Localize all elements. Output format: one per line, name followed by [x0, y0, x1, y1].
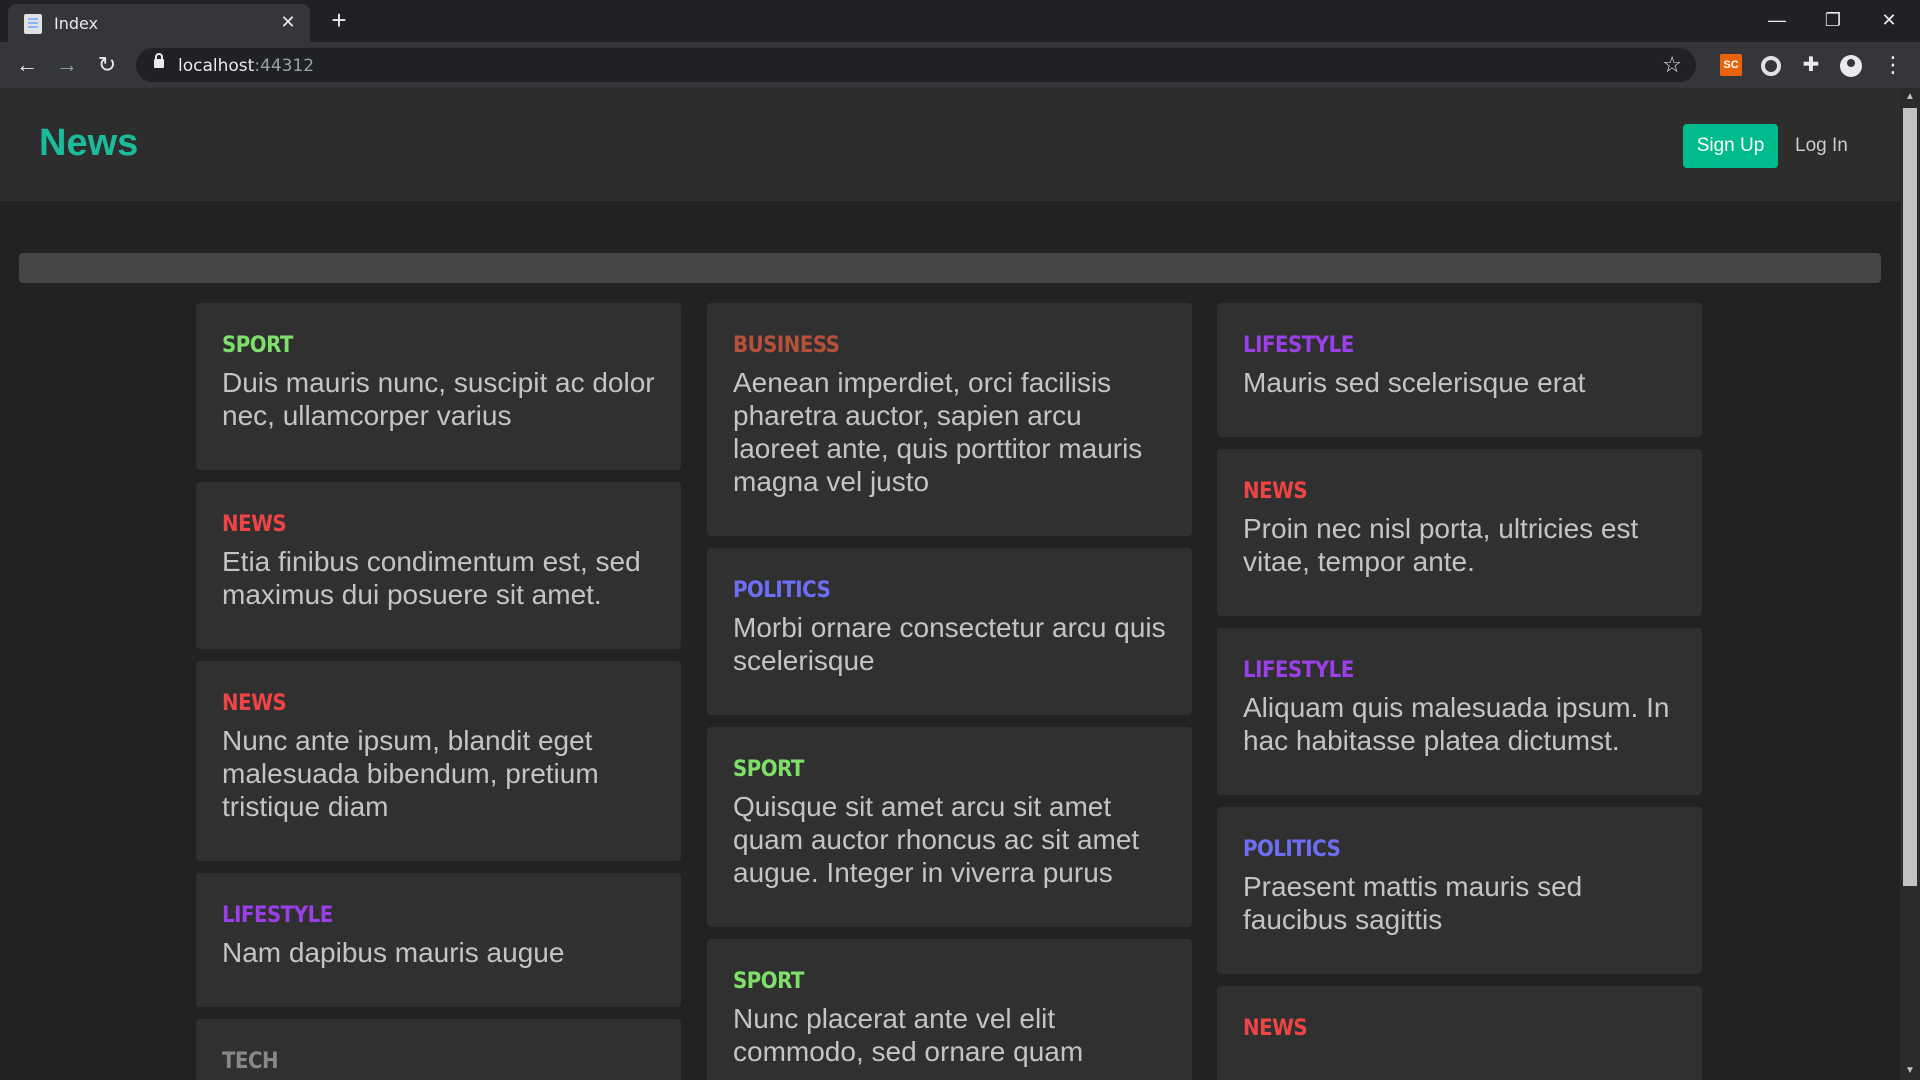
- scroll-up-arrow-icon[interactable]: ▲: [1900, 88, 1920, 106]
- article-column-1: SPORT Duis mauris nunc, suscipit ac dolor…: [196, 303, 681, 1080]
- scrollbar-thumb[interactable]: [1903, 108, 1917, 886]
- article-card[interactable]: NEWS Proin nec nisl porta, ultricies est …: [1217, 449, 1702, 616]
- article-category[interactable]: LIFESTYLE: [222, 902, 655, 930]
- article-title[interactable]: Mauris sed scelerisque erat: [1243, 366, 1676, 399]
- scroll-down-arrow-icon[interactable]: ▼: [1900, 1062, 1920, 1080]
- article-card[interactable]: LIFESTYLE Mauris sed scelerisque erat: [1217, 303, 1702, 437]
- article-title[interactable]: Praesent mattis mauris sed faucibus sagi…: [1243, 870, 1676, 936]
- article-title[interactable]: Quisque sit amet arcu sit amet quam auct…: [733, 790, 1166, 889]
- sign-up-button[interactable]: Sign Up: [1683, 124, 1778, 168]
- article-card[interactable]: SPORT Duis mauris nunc, suscipit ac dolor…: [196, 303, 681, 470]
- article-title[interactable]: Aenean imperdiet, orci facilisis pharetr…: [733, 366, 1166, 498]
- article-category[interactable]: SPORT: [733, 756, 1166, 784]
- extension-sc-icon[interactable]: SC: [1720, 54, 1742, 76]
- article-card[interactable]: BUSINESS Aenean imperdiet, orci facilisis…: [707, 303, 1192, 536]
- url-text: localhost:44312: [178, 56, 314, 76]
- address-bar[interactable]: localhost:44312 ☆: [136, 48, 1696, 82]
- article-category[interactable]: NEWS: [222, 690, 655, 718]
- article-card[interactable]: TECH: [196, 1019, 681, 1080]
- browser-toolbar: ← → ↻ localhost:44312 ☆ SC ✚ ⋮: [0, 42, 1920, 88]
- browser-tabstrip: Index ✕ + — ❐ ✕: [0, 0, 1920, 42]
- article-title[interactable]: Nam dapibus mauris augue: [222, 936, 655, 969]
- article-category[interactable]: TECH: [222, 1048, 655, 1076]
- article-card[interactable]: POLITICS Praesent mattis mauris sed fauci…: [1217, 807, 1702, 974]
- article-title[interactable]: Etia finibus condimentum est, sed maximu…: [222, 545, 655, 611]
- article-category[interactable]: BUSINESS: [733, 332, 1166, 360]
- article-category[interactable]: SPORT: [733, 968, 1166, 996]
- url-host: localhost: [178, 56, 255, 76]
- browser-tab-index[interactable]: Index ✕: [8, 4, 310, 42]
- article-column-3: LIFESTYLE Mauris sed scelerisque erat NEWS…: [1217, 303, 1702, 1080]
- article-category[interactable]: NEWS: [1243, 1015, 1676, 1043]
- back-arrow-icon[interactable]: ←: [12, 50, 42, 80]
- reload-icon[interactable]: ↻: [92, 50, 122, 80]
- article-title[interactable]: Nunc placerat ante vel elit commodo, sed…: [733, 1002, 1166, 1068]
- article-title[interactable]: Morbi ornare consectetur arcu quis scele…: [733, 611, 1166, 677]
- site-navbar: News Sign Up Log In: [0, 88, 1900, 201]
- search-input[interactable]: [19, 253, 1881, 283]
- minimize-icon[interactable]: —: [1754, 4, 1800, 36]
- page-viewport: News Sign Up Log In SPORT Duis mauris nun…: [0, 88, 1900, 1080]
- extensions-puzzle-icon[interactable]: ✚: [1798, 52, 1824, 78]
- brand-logo-link[interactable]: News: [39, 122, 138, 165]
- kebab-menu-icon[interactable]: ⋮: [1880, 52, 1906, 78]
- restore-icon[interactable]: ❐: [1810, 4, 1856, 36]
- profile-avatar-icon[interactable]: [1838, 52, 1864, 78]
- article-card[interactable]: SPORT Quisque sit amet arcu sit amet quam…: [707, 727, 1192, 927]
- article-title[interactable]: Duis mauris nunc, suscipit ac dolor nec,…: [222, 366, 655, 432]
- tab-title: Index: [54, 14, 99, 33]
- article-category[interactable]: LIFESTYLE: [1243, 332, 1676, 360]
- article-card[interactable]: POLITICS Morbi ornare consectetur arcu qu…: [707, 548, 1192, 715]
- window-close-icon[interactable]: ✕: [1866, 4, 1912, 36]
- article-category[interactable]: NEWS: [222, 511, 655, 539]
- article-category[interactable]: POLITICS: [1243, 836, 1676, 864]
- bookmark-star-icon[interactable]: ☆: [1662, 52, 1682, 78]
- article-category[interactable]: NEWS: [1243, 478, 1676, 506]
- article-card[interactable]: NEWS Etia finibus condimentum est, sed ma…: [196, 482, 681, 649]
- page-scrollbar[interactable]: ▲ ▼: [1900, 88, 1920, 1080]
- article-card[interactable]: SPORT Nunc placerat ante vel elit commodo…: [707, 939, 1192, 1080]
- article-category[interactable]: SPORT: [222, 332, 655, 360]
- article-title[interactable]: Proin nec nisl porta, ultricies est vita…: [1243, 512, 1676, 578]
- article-category[interactable]: POLITICS: [733, 577, 1166, 605]
- article-title[interactable]: Aliquam quis malesuada ipsum. In hac hab…: [1243, 691, 1676, 757]
- article-card[interactable]: LIFESTYLE Aliquam quis malesuada ipsum. I…: [1217, 628, 1702, 795]
- log-in-link[interactable]: Log In: [1795, 135, 1848, 157]
- page-icon: [24, 14, 42, 34]
- article-card[interactable]: NEWS: [1217, 986, 1702, 1080]
- url-port: :44312: [254, 56, 315, 76]
- article-title[interactable]: Nunc ante ipsum, blandit eget malesuada …: [222, 724, 655, 823]
- article-card[interactable]: LIFESTYLE Nam dapibus mauris augue: [196, 873, 681, 1007]
- close-icon[interactable]: ✕: [278, 12, 298, 32]
- lock-icon[interactable]: [154, 53, 164, 68]
- article-category[interactable]: LIFESTYLE: [1243, 657, 1676, 685]
- article-card[interactable]: NEWS Nunc ante ipsum, blandit eget malesu…: [196, 661, 681, 861]
- article-column-2: BUSINESS Aenean imperdiet, orci facilisis…: [707, 303, 1192, 1080]
- extension-circle-icon[interactable]: [1758, 52, 1784, 78]
- new-tab-button[interactable]: +: [326, 7, 352, 34]
- forward-arrow-icon[interactable]: →: [52, 50, 82, 80]
